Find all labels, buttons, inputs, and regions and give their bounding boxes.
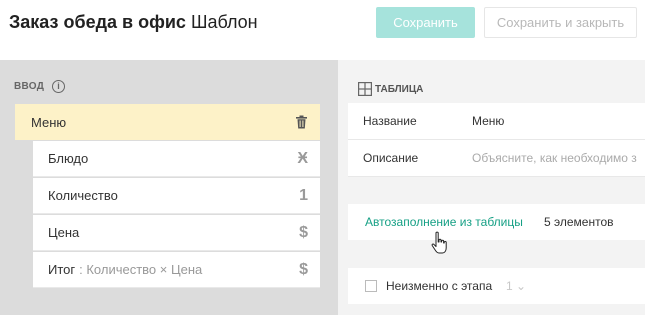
page-title-suffix: Шаблон [190,12,258,32]
header-bar: Заказ обеда в офис Шаблон Сохранить Сохр… [0,0,645,60]
field-label: Итог [48,262,76,277]
page-title-name: Заказ обеда в офис [9,12,186,32]
field-row-total[interactable]: Итог : Количество × Цена $ [33,252,320,288]
autofill-row: Автозаполнение из таблицы 5 элементов [348,204,645,240]
unchanged-stage-row: Неизменно с этапа 1 ⌄ [348,268,645,304]
autofill-from-table-link[interactable]: Автозаполнение из таблицы [365,215,523,229]
table-section-title: ТАБЛИЦА [375,83,424,95]
text-icon: Ӿ [297,150,308,167]
name-input[interactable]: Меню [472,114,504,128]
save-and-close-button[interactable]: Сохранить и закрыть [484,7,637,38]
currency-icon: $ [299,261,308,278]
name-label: Название [363,114,417,128]
table-section-label: ТАБЛИЦА [358,82,423,96]
stage-select[interactable]: 1 ⌄ [506,279,526,293]
field-formula: : Количество × Цена [79,262,203,277]
autofill-count: 5 элементов [544,215,614,229]
number-icon: 1 [299,187,308,204]
unchanged-checkbox[interactable] [365,280,377,292]
field-label: Цена [48,225,80,240]
field-label: Блюдо [48,151,89,166]
page-title: Заказ обеда в офис Шаблон [9,12,258,33]
field-row-price[interactable]: Цена $ [33,215,320,251]
field-row-quantity[interactable]: Количество 1 [33,178,320,214]
unchanged-label: Неизменно с этапа [386,279,493,293]
description-property-row: Описание Объясните, как необходимо з [348,140,645,177]
name-property-row: Название Меню [348,103,645,140]
table-grid-icon [358,82,372,96]
input-section-title: ВВОД [14,81,45,92]
field-row-dish[interactable]: Блюдо Ӿ [33,141,320,177]
save-button[interactable]: Сохранить [376,7,475,38]
input-section-label: ВВОД i [14,80,66,93]
currency-icon: $ [299,224,308,241]
menu-table-row[interactable]: Меню [15,104,320,140]
description-input[interactable]: Объясните, как необходимо з [472,151,637,165]
menu-table-label: Меню [31,114,67,130]
field-label: Количество [48,188,118,203]
hand-cursor-icon [431,231,447,254]
info-icon[interactable]: i [52,80,66,93]
trash-icon[interactable] [295,104,308,140]
description-label: Описание [363,151,419,165]
